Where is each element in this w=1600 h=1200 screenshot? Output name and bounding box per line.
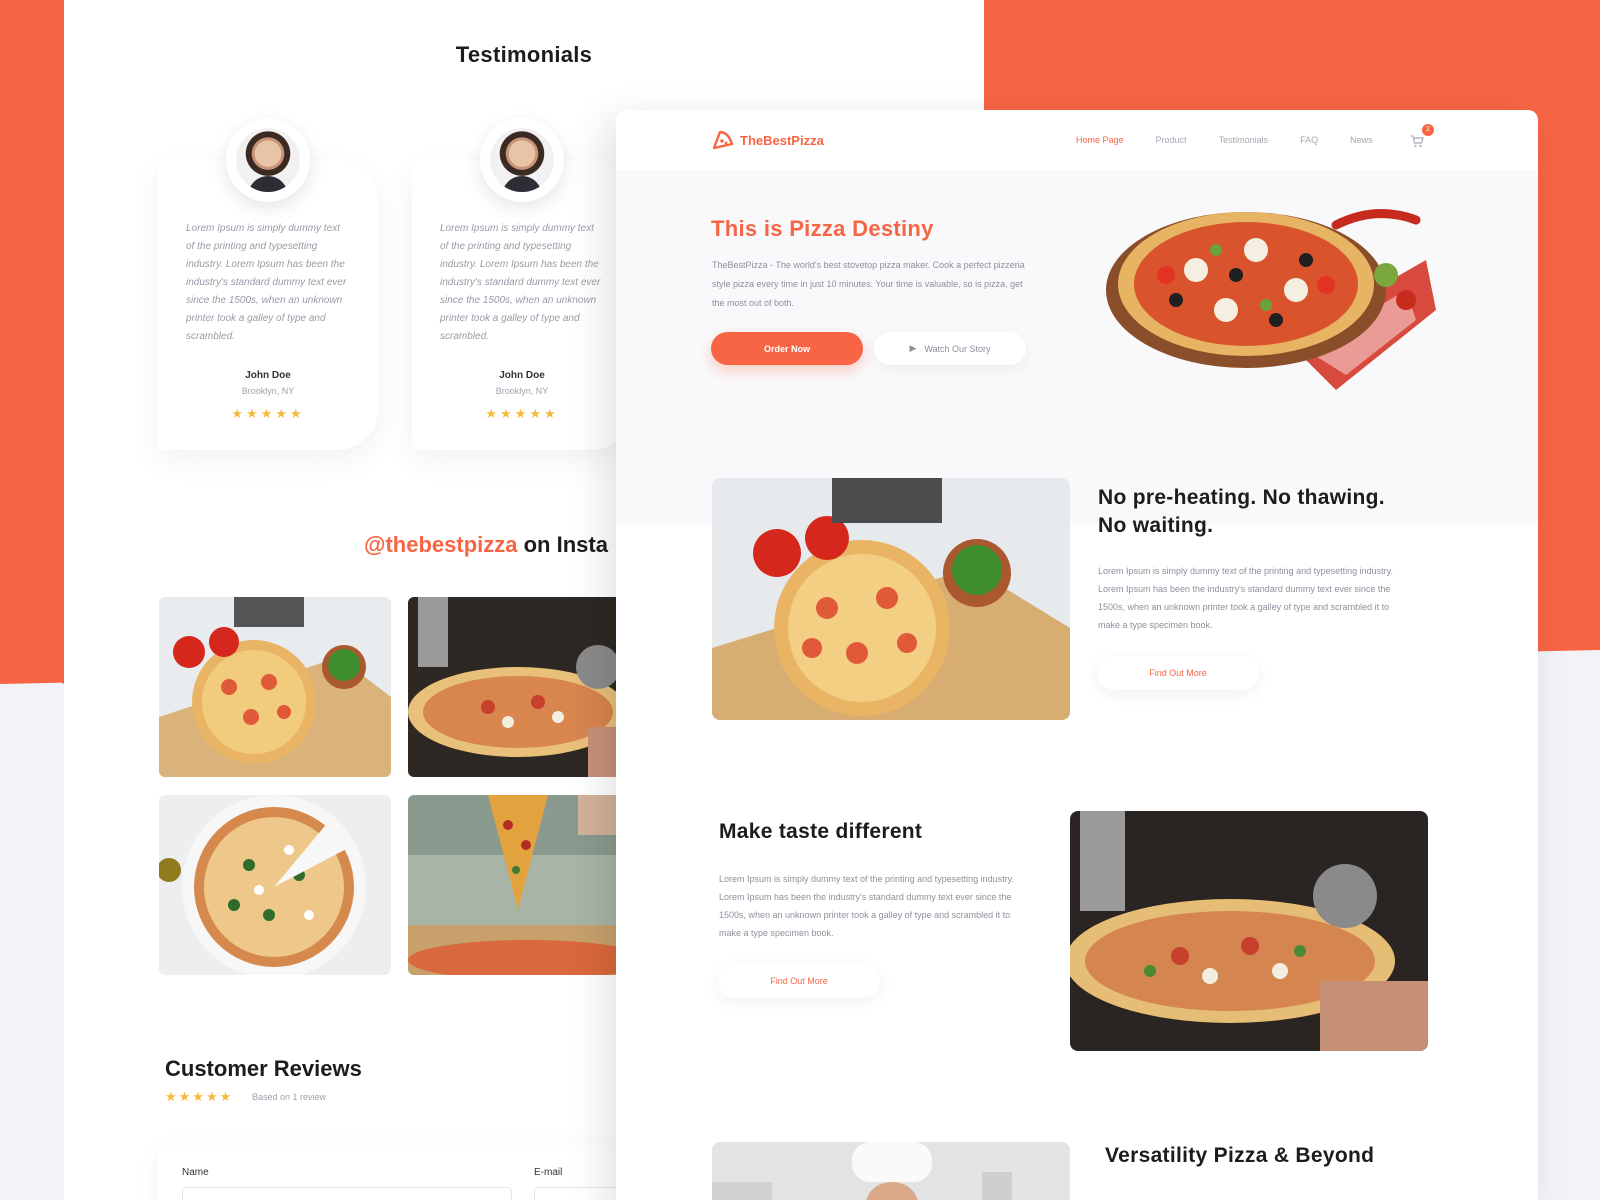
instagram-title: @thebestpizza on Insta: [364, 532, 608, 558]
email-label: E-mail: [534, 1167, 563, 1178]
instagram-photo[interactable]: [408, 597, 648, 777]
feature-description: Lorem Ipsum is simply dummy text of the …: [1098, 566, 1393, 630]
order-now-button[interactable]: Order Now: [711, 332, 863, 365]
avatar: [226, 118, 310, 202]
main-nav: Home Page Product Testimonials FAQ News: [1076, 135, 1405, 145]
instagram-title-suffix: on Insta: [517, 532, 608, 557]
testimonial-name: John Doe: [245, 370, 291, 381]
feature-image: [1070, 811, 1428, 1051]
feature-title: Make taste different: [719, 820, 923, 843]
nav-home[interactable]: Home Page: [1076, 135, 1124, 145]
pizza-logo-icon: [712, 130, 734, 150]
hero-section: This is Pizza Destiny TheBestPizza - The…: [616, 170, 1538, 525]
rating-stars: ★★★★★: [231, 406, 305, 421]
testimonial-card: Lorem Ipsum is simply dummy text of the …: [412, 118, 632, 450]
nav-testimonials[interactable]: Testimonials: [1219, 135, 1269, 145]
testimonial-text: Lorem Ipsum is simply dummy text of the …: [440, 223, 601, 342]
feature-title: Versatility Pizza & Beyond: [1105, 1144, 1375, 1167]
testimonials-title: Testimonials: [455, 42, 593, 67]
feature-description: Lorem Ipsum is simply dummy text of the …: [719, 874, 1014, 938]
instagram-handle-link[interactable]: @thebestpizza: [364, 532, 517, 557]
instagram-photo[interactable]: [408, 795, 648, 975]
find-out-more-button[interactable]: Find Out More: [1097, 656, 1259, 690]
brand-name: TheBestPizza: [740, 132, 824, 148]
person-photo: [236, 128, 300, 192]
hero-title: This is Pizza Destiny: [711, 216, 934, 241]
cart-count-badge: 2: [1422, 124, 1434, 136]
pizza-spinach-photo: [159, 795, 391, 975]
pizza-board-photo: [159, 597, 391, 777]
nav-faq[interactable]: FAQ: [1300, 135, 1318, 145]
pizza-cutter-photo: [1070, 811, 1428, 1051]
testimonial-location: Brooklyn, NY: [495, 386, 549, 396]
chef-photo: [712, 1142, 1070, 1200]
feature-title: No pre-heating. No thawing. No waiting.: [1098, 484, 1385, 540]
avatar: [480, 118, 564, 202]
feature-image: [712, 1142, 1070, 1200]
rating-stars: ★★★★★: [165, 1089, 234, 1104]
name-label: Name: [182, 1167, 209, 1178]
rating-stars: ★★★★★: [485, 406, 559, 421]
review-count: Based on 1 review: [252, 1092, 327, 1102]
feature-image: [712, 478, 1070, 720]
watch-story-button[interactable]: ▶ Watch Our Story: [874, 332, 1026, 365]
testimonial-card: Lorem Ipsum is simply dummy text of the …: [158, 118, 378, 450]
pizza-slice-photo: [408, 795, 648, 975]
instagram-photo[interactable]: [159, 795, 391, 975]
person-photo: [490, 128, 554, 192]
instagram-photo[interactable]: [159, 597, 391, 777]
nav-product[interactable]: Product: [1156, 135, 1187, 145]
front-page-panel: TheBestPizza Home Page Product Testimoni…: [616, 110, 1538, 1200]
watch-story-label: Watch Our Story: [924, 343, 991, 354]
cart-icon: [1411, 135, 1424, 148]
feature-title-line: No pre-heating. No thawing.: [1098, 486, 1385, 509]
name-field[interactable]: [182, 1187, 512, 1200]
cart-button[interactable]: 2: [1410, 124, 1434, 150]
testimonial-text: Lorem Ipsum is simply dummy text of the …: [186, 223, 347, 342]
brand-logo[interactable]: TheBestPizza: [712, 130, 824, 150]
pizza-cutter-photo: [408, 597, 648, 777]
testimonial-location: Brooklyn, NY: [241, 386, 295, 396]
background-left-strip: [0, 0, 64, 684]
find-out-more-button[interactable]: Find Out More: [718, 964, 880, 998]
pizza-board-photo: [712, 478, 1070, 720]
nav-news[interactable]: News: [1350, 135, 1373, 145]
customer-reviews-title: Customer Reviews: [165, 1056, 362, 1081]
testimonial-name: John Doe: [499, 370, 545, 381]
hero-pizza-image: [1106, 209, 1436, 390]
hero-description: TheBestPizza - The world's best stovetop…: [712, 260, 1025, 308]
feature-title-line: No waiting.: [1098, 514, 1214, 537]
play-icon: ▶: [909, 343, 917, 353]
